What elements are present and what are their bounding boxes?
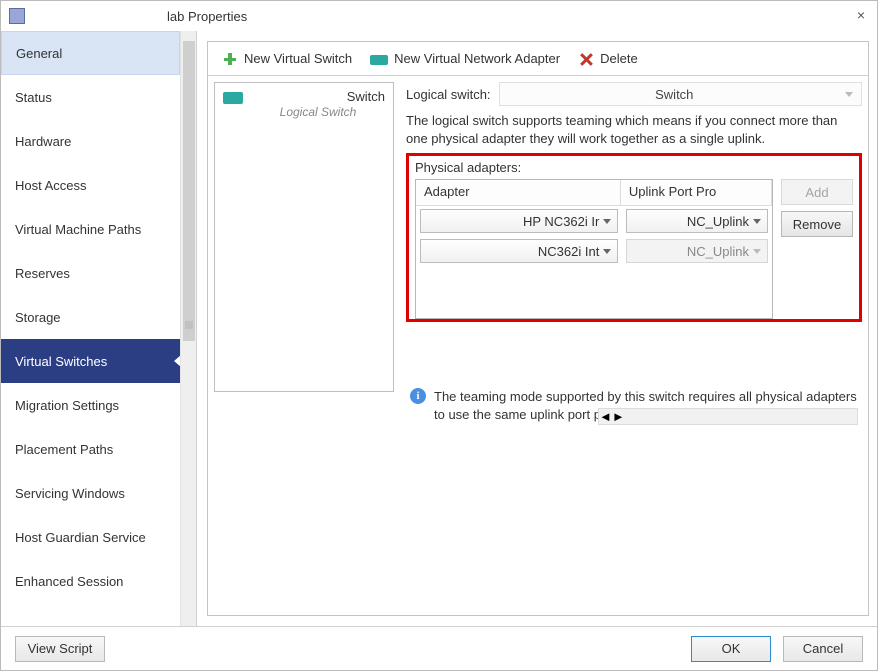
sidebar-item-enhanced-session[interactable]: Enhanced Session <box>1 559 180 603</box>
toolbar-label: Delete <box>600 51 638 66</box>
uplink-value: NC_Uplink <box>687 244 749 259</box>
sidebar-item-host-access[interactable]: Host Access <box>1 163 180 207</box>
sidebar-item-label: Enhanced Session <box>15 574 123 589</box>
sidebar-item-reserves[interactable]: Reserves <box>1 251 180 295</box>
sidebar-item-label: General <box>16 46 62 61</box>
sidebar: General Status Hardware Host Access Virt… <box>1 31 197 626</box>
physical-adapters-highlight: Physical adapters: Adapter Uplink Port P… <box>406 153 862 322</box>
sidebar-item-hardware[interactable]: Hardware <box>1 119 180 163</box>
titlebar: lab Properties × <box>1 1 877 31</box>
new-virtual-switch-button[interactable]: New Virtual Switch <box>216 49 358 69</box>
sidebar-item-migration-settings[interactable]: Migration Settings <box>1 383 180 427</box>
network-adapter-icon <box>370 55 388 65</box>
remove-button[interactable]: Remove <box>781 211 853 237</box>
logical-switch-label: Logical switch: <box>406 87 491 102</box>
sidebar-item-virtual-switches[interactable]: Virtual Switches <box>1 339 180 383</box>
ok-button[interactable]: OK <box>691 636 771 662</box>
sidebar-item-label: Virtual Machine Paths <box>15 222 141 237</box>
sidebar-scrollbar[interactable] <box>180 31 196 626</box>
sidebar-item-host-guardian[interactable]: Host Guardian Service <box>1 515 180 559</box>
delete-button[interactable]: Delete <box>572 49 644 69</box>
header-uplink[interactable]: Uplink Port Pro <box>621 180 772 206</box>
sidebar-item-status[interactable]: Status <box>1 75 180 119</box>
details-pane: Logical switch: Switch The logical switc… <box>400 76 868 615</box>
header-adapter[interactable]: Adapter <box>416 180 621 206</box>
table-row: NC362i Int NC_Uplink <box>416 236 772 266</box>
adapters-table: Adapter Uplink Port Pro HP NC362i Ir NC_… <box>415 179 773 319</box>
logical-switch-description: The logical switch supports teaming whic… <box>406 112 862 147</box>
sidebar-item-label: Virtual Switches <box>15 354 107 369</box>
table-header: Adapter Uplink Port Pro <box>416 180 772 206</box>
sidebar-item-general[interactable]: General <box>1 31 180 75</box>
logical-switch-value: Switch <box>655 87 693 102</box>
toolbar-label: New Virtual Switch <box>244 51 352 66</box>
toolbar-label: New Virtual Network Adapter <box>394 51 560 66</box>
uplink-dropdown[interactable]: NC_Uplink <box>626 239 768 263</box>
switch-list[interactable]: Switch Logical Switch <box>214 82 394 392</box>
sidebar-item-vm-paths[interactable]: Virtual Machine Paths <box>1 207 180 251</box>
sidebar-item-label: Host Guardian Service <box>15 530 146 545</box>
view-script-button[interactable]: View Script <box>15 636 105 662</box>
info-icon: i <box>410 388 426 404</box>
switch-item-name: Switch <box>251 89 385 104</box>
adapter-value: HP NC362i Ir <box>523 214 599 229</box>
uplink-dropdown[interactable]: NC_Uplink <box>626 209 768 233</box>
sidebar-item-label: Host Access <box>15 178 87 193</box>
sidebar-item-label: Reserves <box>15 266 70 281</box>
sidebar-item-placement-paths[interactable]: Placement Paths <box>1 427 180 471</box>
sidebar-item-label: Hardware <box>15 134 71 149</box>
panel: New Virtual Switch New Virtual Network A… <box>207 41 869 616</box>
add-button: Add <box>781 179 853 205</box>
sidebar-item-label: Migration Settings <box>15 398 119 413</box>
sidebar-item-storage[interactable]: Storage <box>1 295 180 339</box>
scroll-left-arrow[interactable]: ◄ <box>599 409 612 424</box>
cancel-button[interactable]: Cancel <box>783 636 863 662</box>
horizontal-scrollbar[interactable]: ◄ ► <box>598 408 858 425</box>
scroll-right-arrow[interactable]: ► <box>612 409 625 424</box>
toolbar: New Virtual Switch New Virtual Network A… <box>208 42 868 76</box>
scrollbar-thumb[interactable] <box>183 41 195 341</box>
delete-icon <box>578 51 594 67</box>
new-virtual-network-adapter-button[interactable]: New Virtual Network Adapter <box>364 49 566 68</box>
sidebar-item-servicing-windows[interactable]: Servicing Windows <box>1 471 180 515</box>
adapter-dropdown[interactable]: NC362i Int <box>420 239 618 263</box>
uplink-value: NC_Uplink <box>687 214 749 229</box>
window-icon <box>9 8 25 24</box>
sidebar-item-label: Storage <box>15 310 61 325</box>
sidebar-item-label: Placement Paths <box>15 442 113 457</box>
physical-adapters-label: Physical adapters: <box>415 160 853 175</box>
close-icon[interactable]: × <box>857 7 865 23</box>
switch-icon <box>223 92 243 104</box>
table-row: HP NC362i Ir NC_Uplink <box>416 206 772 236</box>
window-title: lab Properties <box>167 9 247 24</box>
sidebar-item-label: Servicing Windows <box>15 486 125 501</box>
content-area: New Virtual Switch New Virtual Network A… <box>197 31 877 626</box>
plus-icon <box>222 51 238 67</box>
switch-list-item[interactable]: Switch Logical Switch <box>215 83 393 123</box>
adapter-value: NC362i Int <box>538 244 599 259</box>
sidebar-item-label: Status <box>15 90 52 105</box>
footer: View Script OK Cancel <box>1 626 877 670</box>
switch-item-subtitle: Logical Switch <box>251 105 385 119</box>
logical-switch-dropdown[interactable]: Switch <box>499 82 862 106</box>
adapter-dropdown[interactable]: HP NC362i Ir <box>420 209 618 233</box>
scrollbar-grip <box>185 321 193 329</box>
